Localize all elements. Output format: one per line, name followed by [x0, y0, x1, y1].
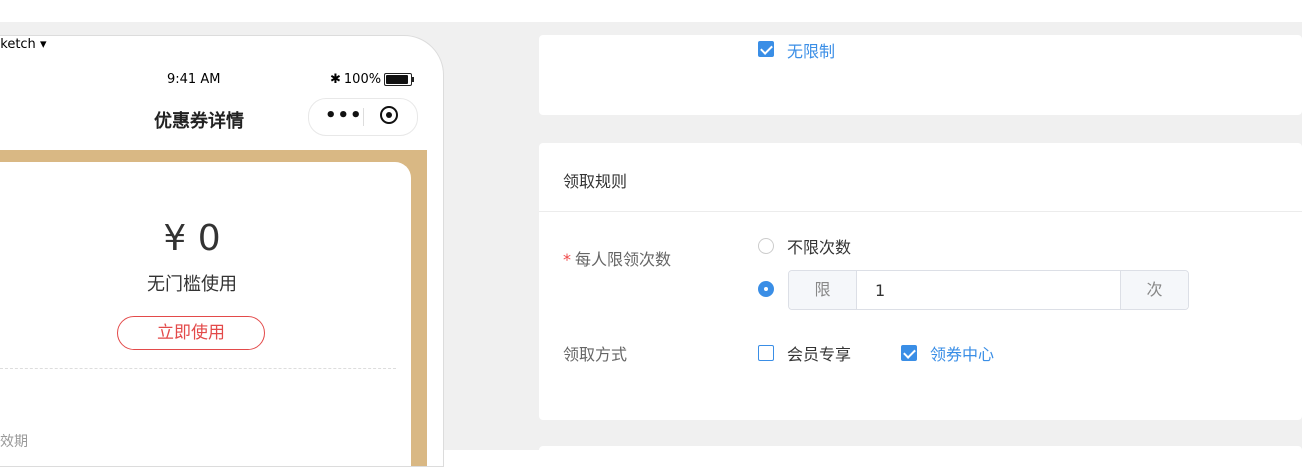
battery-percent: 100%: [343, 72, 382, 87]
battery-icon: [384, 73, 415, 86]
usage-panel: 无限制: [539, 35, 1302, 115]
section-divider: [539, 211, 1302, 212]
required-mark: *: [563, 250, 571, 269]
use-now-button[interactable]: 立即使用: [117, 316, 265, 350]
limit-label-text: 每人限领次数: [575, 250, 672, 269]
coupon-center-checkbox[interactable]: [901, 345, 917, 361]
bluetooth-icon: ✱: [330, 72, 341, 87]
wifi-icon: ▾: [39, 37, 47, 52]
coupon-center-label[interactable]: 领券中心: [930, 341, 994, 365]
radio-unlimited[interactable]: [758, 238, 774, 254]
coupon-threshold: 无门槛使用: [147, 274, 237, 295]
carrier-text: Sketch: [0, 37, 36, 52]
coupon-dashed-divider: [0, 368, 396, 369]
status-carrier: Sketch ▾: [0, 37, 46, 52]
section-title: 领取规则: [563, 172, 628, 191]
more-icon[interactable]: •••: [325, 105, 363, 126]
page-title: 优惠券详情: [154, 111, 244, 132]
limit-input-group: 限 次: [788, 270, 1189, 310]
claim-rules-panel: 领取规则 *每人限领次数 不限次数 限 次 领取方式 会员专享 领券中心: [539, 143, 1302, 420]
radio-limited[interactable]: [758, 281, 774, 297]
limit-count-input[interactable]: [857, 271, 1121, 309]
option-unlimited-label[interactable]: 不限次数: [787, 234, 851, 258]
mini-program-capsule: •••: [308, 98, 418, 136]
limit-prefix: 限: [789, 271, 857, 309]
next-panel: [539, 446, 1302, 456]
limit-suffix: 次: [1120, 271, 1188, 309]
capsule-divider: [363, 108, 364, 126]
top-strip: [0, 0, 1302, 22]
unlimited-checkbox[interactable]: [758, 41, 774, 57]
status-time: 9:41 AM: [167, 72, 221, 87]
coupon-card: [0, 162, 411, 466]
close-icon[interactable]: [380, 106, 398, 124]
member-only-label[interactable]: 会员专享: [787, 341, 851, 365]
coupon-price: ¥ 0: [163, 218, 221, 259]
limit-label: * 每人限领次数: [563, 246, 671, 270]
unlimited-label[interactable]: 无限制: [787, 38, 835, 62]
member-only-checkbox[interactable]: [758, 345, 774, 361]
status-battery: ✱ 100%: [330, 72, 415, 87]
validity-label: 有效期: [0, 434, 28, 450]
method-label: 领取方式: [563, 345, 628, 364]
